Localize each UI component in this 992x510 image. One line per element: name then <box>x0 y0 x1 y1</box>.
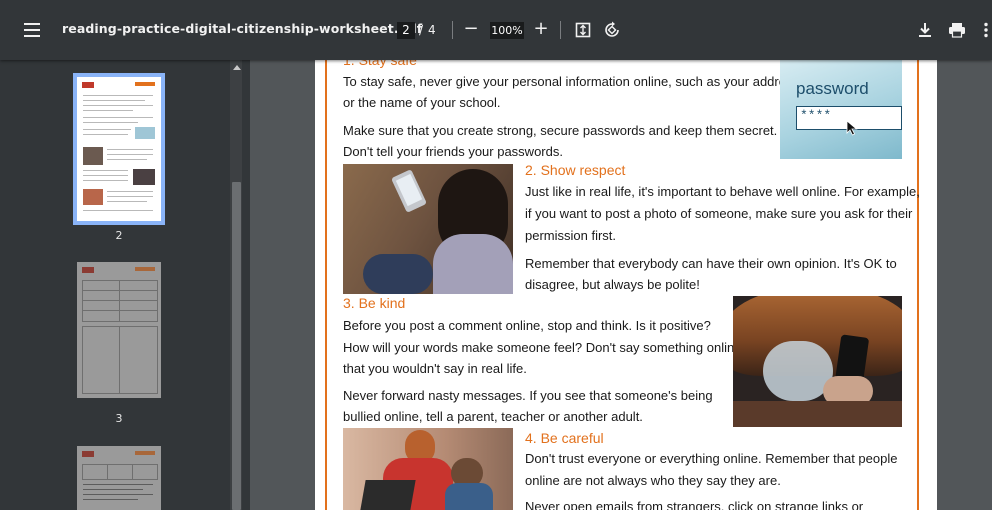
pdf-toolbar: reading-practice-digital-citizenship-wor… <box>0 0 992 60</box>
paragraph-line: Never forward nasty messages. If you see… <box>343 388 713 403</box>
rotate-icon[interactable] <box>603 21 621 43</box>
sidebar-scrollbar-thumb[interactable] <box>232 182 241 510</box>
toolbar-divider <box>560 21 561 39</box>
paragraph-line: To stay safe, never give your personal i… <box>343 74 799 89</box>
page-border-left <box>325 60 327 510</box>
total-pages: 4 <box>428 23 436 37</box>
page-separator: / <box>419 23 424 37</box>
scroll-up-arrow-icon[interactable] <box>233 65 241 70</box>
section-heading: 3. Be kind <box>343 295 406 311</box>
paragraph-line: Never open emails from strangers, click … <box>525 499 864 510</box>
paragraph-line: Just like in real life, it's important t… <box>525 184 920 199</box>
section-heading: 1. Stay safe <box>343 60 417 68</box>
password-image: password **** <box>780 60 902 159</box>
thumbnail-brand-mark <box>135 82 155 86</box>
thumbnail-page-3[interactable] <box>77 262 161 398</box>
thumbnail-page-4[interactable] <box>77 446 161 510</box>
masked-password: **** <box>800 108 832 123</box>
zoom-in-button[interactable]: + <box>531 16 551 42</box>
mother-and-child-photo <box>343 428 513 510</box>
paragraph-line: disagree, but always be polite! <box>525 277 700 292</box>
section-heading: 2. Show respect <box>525 162 626 178</box>
current-page-input[interactable]: 2 <box>397 22 415 39</box>
thumbnail-brand-mark <box>135 267 155 271</box>
paragraph-line: Make sure that you create strong, secure… <box>343 123 778 138</box>
paragraph-line: Before you post a comment online, stop a… <box>343 318 711 333</box>
thumbnail-logo-mark <box>82 267 94 273</box>
more-actions-icon[interactable] <box>984 22 988 42</box>
paragraph-line: bullied online, tell a parent, teacher o… <box>343 409 643 424</box>
pdf-page: 1. Stay safe To stay safe, never give yo… <box>315 60 937 510</box>
cursor-arrow-icon <box>846 120 858 136</box>
paragraph-line: Don't trust everyone or everything onlin… <box>525 451 898 466</box>
menu-icon[interactable] <box>24 19 40 41</box>
thumbnail-logo-mark <box>82 451 94 457</box>
password-label: password <box>796 79 869 98</box>
paragraph-line: Don't tell your friends your passwords. <box>343 144 563 159</box>
thumbnail-label: 2 <box>115 229 123 242</box>
paragraph-line: Remember that everybody can have their o… <box>525 256 897 271</box>
fit-to-page-icon[interactable] <box>575 22 591 42</box>
thumbnail-logo-mark <box>82 82 94 88</box>
page-border-right <box>917 60 919 510</box>
paragraph-line: online are not always who they say they … <box>525 473 781 488</box>
print-icon[interactable] <box>948 22 966 42</box>
zoom-level-input[interactable]: 100% <box>490 22 524 39</box>
download-icon[interactable] <box>918 22 932 42</box>
girl-with-phone-photo <box>343 164 513 294</box>
toolbar-divider <box>452 21 453 39</box>
thumbnail-label: 3 <box>115 412 123 425</box>
document-title: reading-practice-digital-citizenship-wor… <box>62 21 423 36</box>
thumbnail-brand-mark <box>135 451 155 455</box>
zoom-out-button[interactable]: − <box>461 16 481 42</box>
paragraph-line: permission first. <box>525 228 617 243</box>
thumbnail-sidebar: 2 3 <box>0 60 250 510</box>
thumbnail-page-2[interactable] <box>73 73 165 225</box>
section-heading: 4. Be careful <box>525 430 604 446</box>
paragraph-line: How will your words make someone feel? D… <box>343 340 742 355</box>
paragraph-line: if you want to post a photo of someone, … <box>525 206 913 221</box>
paragraph-line: that you wouldn't say in real life. <box>343 361 527 376</box>
child-under-blanket-photo <box>733 296 902 427</box>
paragraph-line: or the name of your school. <box>343 95 501 110</box>
